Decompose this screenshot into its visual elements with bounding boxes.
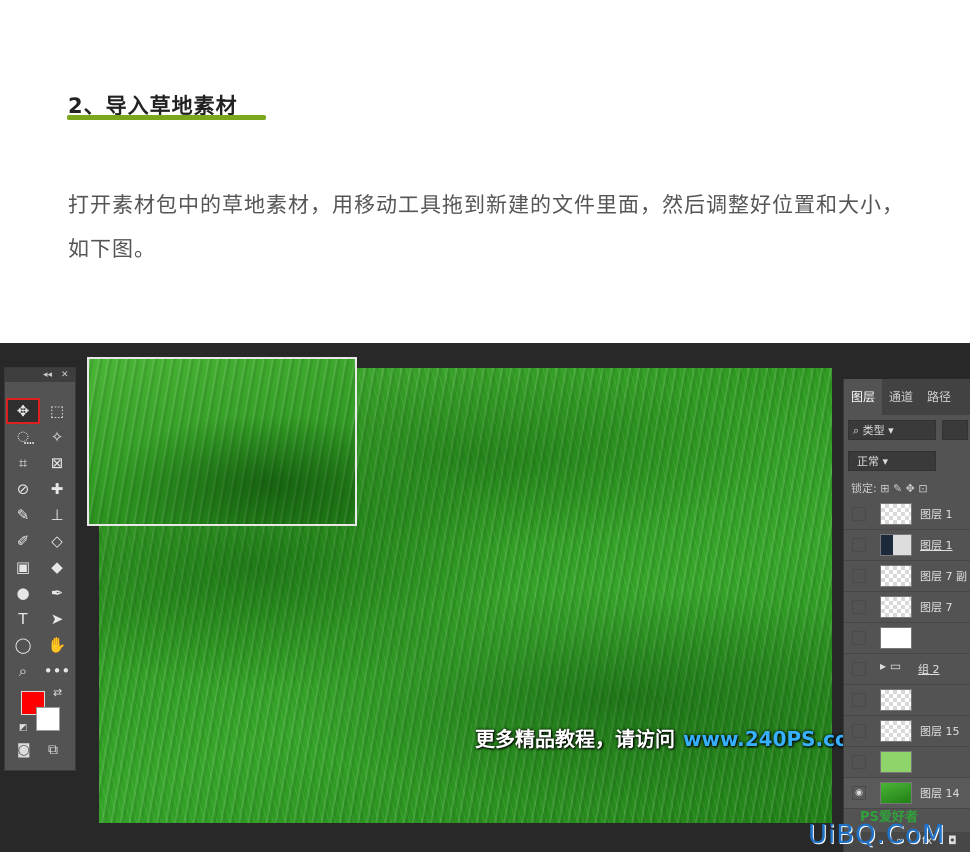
zoom-tool-icon[interactable]: ⌕ (6, 658, 40, 684)
marquee-tool-icon[interactable]: ⬚ (40, 398, 74, 424)
lock-row: 锁定: ⊞ ✎ ✥ ⊡ (851, 480, 928, 496)
layers-panel: 图层 通道 路径 ⌕ 类型 ▾ 正常 ▾ 锁定: ⊞ ✎ ✥ ⊡ 图层 1 图层 1图… (843, 379, 970, 852)
article-paragraph: 打开素材包中的草地素材，用移动工具拖到新建的文件里面，然后调整好位置和大小，如下… (68, 193, 904, 261)
lock-label: 锁定: (851, 482, 877, 495)
heading-underline (67, 115, 266, 120)
default-colors-icon[interactable]: ◩ (19, 723, 28, 733)
tab-2[interactable]: 路径 (920, 379, 958, 415)
type-tool-icon[interactable]: T (6, 606, 40, 632)
filter-image-icon[interactable] (942, 420, 968, 440)
panel-tabs: 图层 通道 路径 (844, 379, 970, 415)
layer-name: 图层 7 副 (920, 570, 967, 583)
eraser-tool-icon[interactable]: ◇ (40, 528, 74, 554)
layer-row[interactable] (844, 685, 970, 716)
lock-artboard-icon[interactable]: ⊡ (918, 482, 927, 495)
lock-transparency-icon[interactable]: ⊞ (880, 482, 889, 495)
layer-thumbnail (880, 534, 912, 556)
history-brush-tool-icon[interactable]: ✐ (6, 528, 40, 554)
lock-position-icon[interactable]: ✥ (906, 482, 915, 495)
gradient-tool-icon[interactable]: ▣ (6, 554, 40, 580)
watermark-text: 更多精品教程，请访问 (475, 727, 675, 751)
frame-tool-icon[interactable]: ⊠ (40, 450, 74, 476)
grass-source-image[interactable] (87, 357, 357, 526)
tab-1[interactable]: 通道 (882, 379, 920, 415)
layer-thumbnail (880, 503, 912, 525)
visibility-eye-icon[interactable]: ◉ (852, 786, 866, 800)
layer-row[interactable]: ▸ ▭ 组 2 (844, 654, 970, 685)
layer-row[interactable] (844, 623, 970, 654)
layer-row[interactable]: ◉ 图层 14 (844, 778, 970, 809)
toolbox-header: ◂◂ ✕ (5, 368, 75, 382)
close-icon[interactable]: ✕ (61, 368, 69, 382)
toolbox: ◂◂ ✕ ✥ ⬚⵿ ✧ ⌗ ⊠ ⊘ ✚ ✎ ⊥ ✐ ◇ ▣ ◆ ● ✒ T ➤ ◯ ✋ ⌕ ••• ⇄ ◩ ◙ ⧉ (4, 367, 76, 771)
layer-row[interactable]: 图层 7 (844, 592, 970, 623)
tab-0[interactable]: 图层 (844, 379, 883, 415)
layers-list: 图层 1 图层 1 图层 7 副图层 7 ▸ ▭ 组 2 图层 15 ◉ 图层 14 (844, 499, 970, 809)
photoshop-screenshot: ◂◂ ✕ ✥ ⬚⵿ ✧ ⌗ ⊠ ⊘ ✚ ✎ ⊥ ✐ ◇ ▣ ◆ ● ✒ T ➤ ◯ ✋ ⌕ ••• ⇄ ◩ ◙ ⧉ 更多… (0, 343, 970, 852)
layer-name: 组 2 (918, 663, 940, 676)
quick-mask-icon[interactable]: ◙ (17, 742, 31, 758)
add-mask-icon[interactable]: ◘ (948, 834, 957, 847)
layer-thumbnail (880, 782, 912, 804)
layer-thumbnail (880, 565, 912, 587)
more-tools-icon[interactable]: ••• (40, 658, 74, 684)
layer-filter-select[interactable]: ⌕ 类型 ▾ (848, 420, 936, 440)
layer-row[interactable]: 图层 1 (844, 499, 970, 530)
layer-name: 图层 1 (920, 508, 953, 521)
layer-name: 图层 15 (920, 725, 960, 738)
layer-row[interactable] (844, 747, 970, 778)
lasso-tool-icon[interactable]: ⵿ (6, 424, 40, 450)
layer-thumbnail (880, 751, 912, 773)
magic-wand-tool-icon[interactable]: ✧ (40, 424, 74, 450)
visibility-eye-icon[interactable] (852, 724, 866, 738)
visibility-eye-icon[interactable] (852, 693, 866, 707)
brush-tool-icon[interactable]: ✎ (6, 502, 40, 528)
layer-thumbnail (880, 689, 912, 711)
swap-colors-icon[interactable]: ⇄ (53, 686, 62, 699)
visibility-eye-icon[interactable] (852, 569, 866, 583)
site-logo: UiBQ.CoM (808, 820, 946, 850)
layer-row[interactable]: 图层 7 副 (844, 561, 970, 592)
layer-thumbnail (880, 720, 912, 742)
layer-filter-label: 类型 (862, 424, 885, 437)
move-tool-icon[interactable]: ✥ (6, 398, 40, 424)
layer-thumbnail: ▸ ▭ (880, 659, 902, 673)
visibility-eye-icon[interactable] (852, 538, 866, 552)
layer-row[interactable]: 图层 15 (844, 716, 970, 747)
layer-name: 图层 14 (920, 787, 960, 800)
visibility-eye-icon[interactable] (852, 507, 866, 521)
hand-tool-icon[interactable]: ✋ (40, 632, 74, 658)
visibility-eye-icon[interactable] (852, 755, 866, 769)
path-selection-tool-icon[interactable]: ➤ (40, 606, 74, 632)
visibility-eye-icon[interactable] (852, 662, 866, 676)
layer-thumbnail (880, 596, 912, 618)
lock-pixels-icon[interactable]: ✎ (893, 482, 902, 495)
screen-mode-icon[interactable]: ⧉ (48, 742, 58, 758)
eyedropper-tool-icon[interactable]: ⊘ (6, 476, 40, 502)
dodge-tool-icon[interactable]: ● (6, 580, 40, 606)
ellipse-tool-icon[interactable]: ◯ (6, 632, 40, 658)
tool-grid: ✥ ⬚⵿ ✧ ⌗ ⊠ ⊘ ✚ ✎ ⊥ ✐ ◇ ▣ ◆ ● ✒ T ➤ ◯ ✋ ⌕ ••• (5, 382, 75, 684)
watermark-url: www.240PS.com (683, 727, 870, 751)
background-color-swatch[interactable] (36, 707, 60, 731)
watermark: 更多精品教程，请访问 www.240PS.com (475, 723, 870, 752)
blend-mode-select[interactable]: 正常 ▾ (848, 451, 936, 471)
layer-thumbnail (880, 627, 912, 649)
blend-mode-label: 正常 (857, 455, 879, 468)
visibility-eye-icon[interactable] (852, 631, 866, 645)
pen-tool-icon[interactable]: ✒ (40, 580, 74, 606)
collapse-icon[interactable]: ◂◂ (43, 368, 52, 382)
visibility-eye-icon[interactable] (852, 600, 866, 614)
stamp-tool-icon[interactable]: ⊥ (40, 502, 74, 528)
crop-tool-icon[interactable]: ⌗ (6, 450, 40, 476)
layer-name: 图层 7 (920, 601, 953, 614)
healing-brush-tool-icon[interactable]: ✚ (40, 476, 74, 502)
layer-name: 图层 1 (920, 539, 953, 552)
layer-row[interactable]: 图层 1 (844, 530, 970, 561)
blur-tool-icon[interactable]: ◆ (40, 554, 74, 580)
